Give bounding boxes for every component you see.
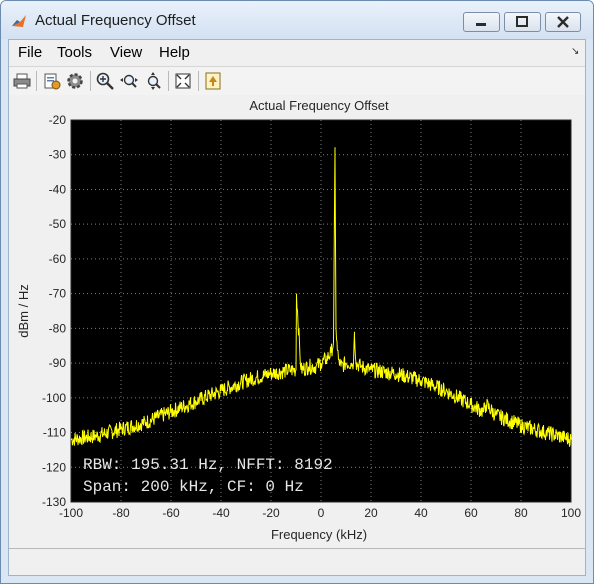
x-tick-label: -100 [59,506,83,520]
print-icon[interactable] [12,71,32,91]
y-tick-labels: -20-30-40-50-60-70-80-90-100-110-120-130 [42,113,66,509]
span-annotation: Span: 200 kHz, CF: 0 Hz [83,478,304,496]
toolbar-separator [198,71,199,91]
close-icon [557,16,569,28]
y-tick-label: -80 [49,321,67,335]
x-tick-labels: -100 -80 -60 -40 -20 0 20 40 60 80 100 [59,506,581,520]
y-tick-label: -40 [49,182,67,196]
settings-icon[interactable] [42,71,62,91]
menu-tools[interactable]: Tools [57,44,92,61]
x-tick-label: 40 [414,506,428,520]
y-tick-label: -60 [49,252,67,266]
x-tick-label: -40 [212,506,230,520]
figure-area: Actual Frequency Offset -20 -30 -40 -50 -60-… [9,95,585,545]
window-title: Actual Frequency Offset [35,12,196,29]
matlab-icon [12,15,26,27]
y-tick-label: -100 [42,391,66,405]
close-button[interactable] [545,12,581,32]
menu-view[interactable]: View [110,44,142,61]
maximize-button[interactable] [504,12,541,32]
spectrum-window: Actual Frequency Offset File Tools View … [0,0,594,584]
y-tick-label: -30 [49,148,67,162]
status-bar [9,548,585,575]
highlight-icon[interactable] [203,71,223,91]
menu-bar: File Tools View Help ↘ [9,40,585,64]
y-tick-label: -120 [42,460,66,474]
rbw-annotation: RBW: 195.31 Hz, NFFT: 8192 [83,456,333,474]
chart-title: Actual Frequency Offset [249,98,389,113]
dock-arrow-icon[interactable]: ↘ [571,46,579,57]
y-tick-label: -110 [43,426,66,440]
zoom-in-icon[interactable] [95,71,115,91]
y-tick-label: -70 [49,287,67,301]
maximize-icon [516,16,528,27]
x-tick-label: 60 [464,506,478,520]
zoom-x-icon[interactable] [119,71,139,91]
x-tick-label: -60 [162,506,180,520]
menu-file[interactable]: File [18,44,42,61]
minimize-icon [476,23,486,26]
zoom-y-icon[interactable] [143,71,163,91]
y-axis-label: dBm / Hz [16,284,31,337]
menu-help[interactable]: Help [159,44,190,61]
x-tick-label: 20 [364,506,378,520]
y-tick-label: -90 [49,356,67,370]
x-tick-label: 80 [514,506,528,520]
y-tick-label: -50 [49,217,67,231]
y-tick-label: -20 [49,113,67,127]
x-axis-label: Frequency (kHz) [271,527,367,542]
x-tick-label: -80 [112,506,130,520]
spectrum-chart[interactable]: Actual Frequency Offset -20-30-40-50-60-… [9,95,585,545]
x-tick-label: -20 [262,506,280,520]
autoscale-icon[interactable] [173,71,193,91]
toolbar-separator [168,71,169,91]
toolbar [9,66,585,96]
x-tick-label: 0 [318,506,325,520]
toolbar-separator [90,71,91,91]
title-bar[interactable]: Actual Frequency Offset [1,1,593,39]
client-area: File Tools View Help ↘ Actual Frequency … [8,39,586,576]
toolbar-separator [36,71,37,91]
gear-icon[interactable] [65,71,85,91]
minimize-button[interactable] [463,12,500,32]
x-tick-label: 100 [561,506,581,520]
